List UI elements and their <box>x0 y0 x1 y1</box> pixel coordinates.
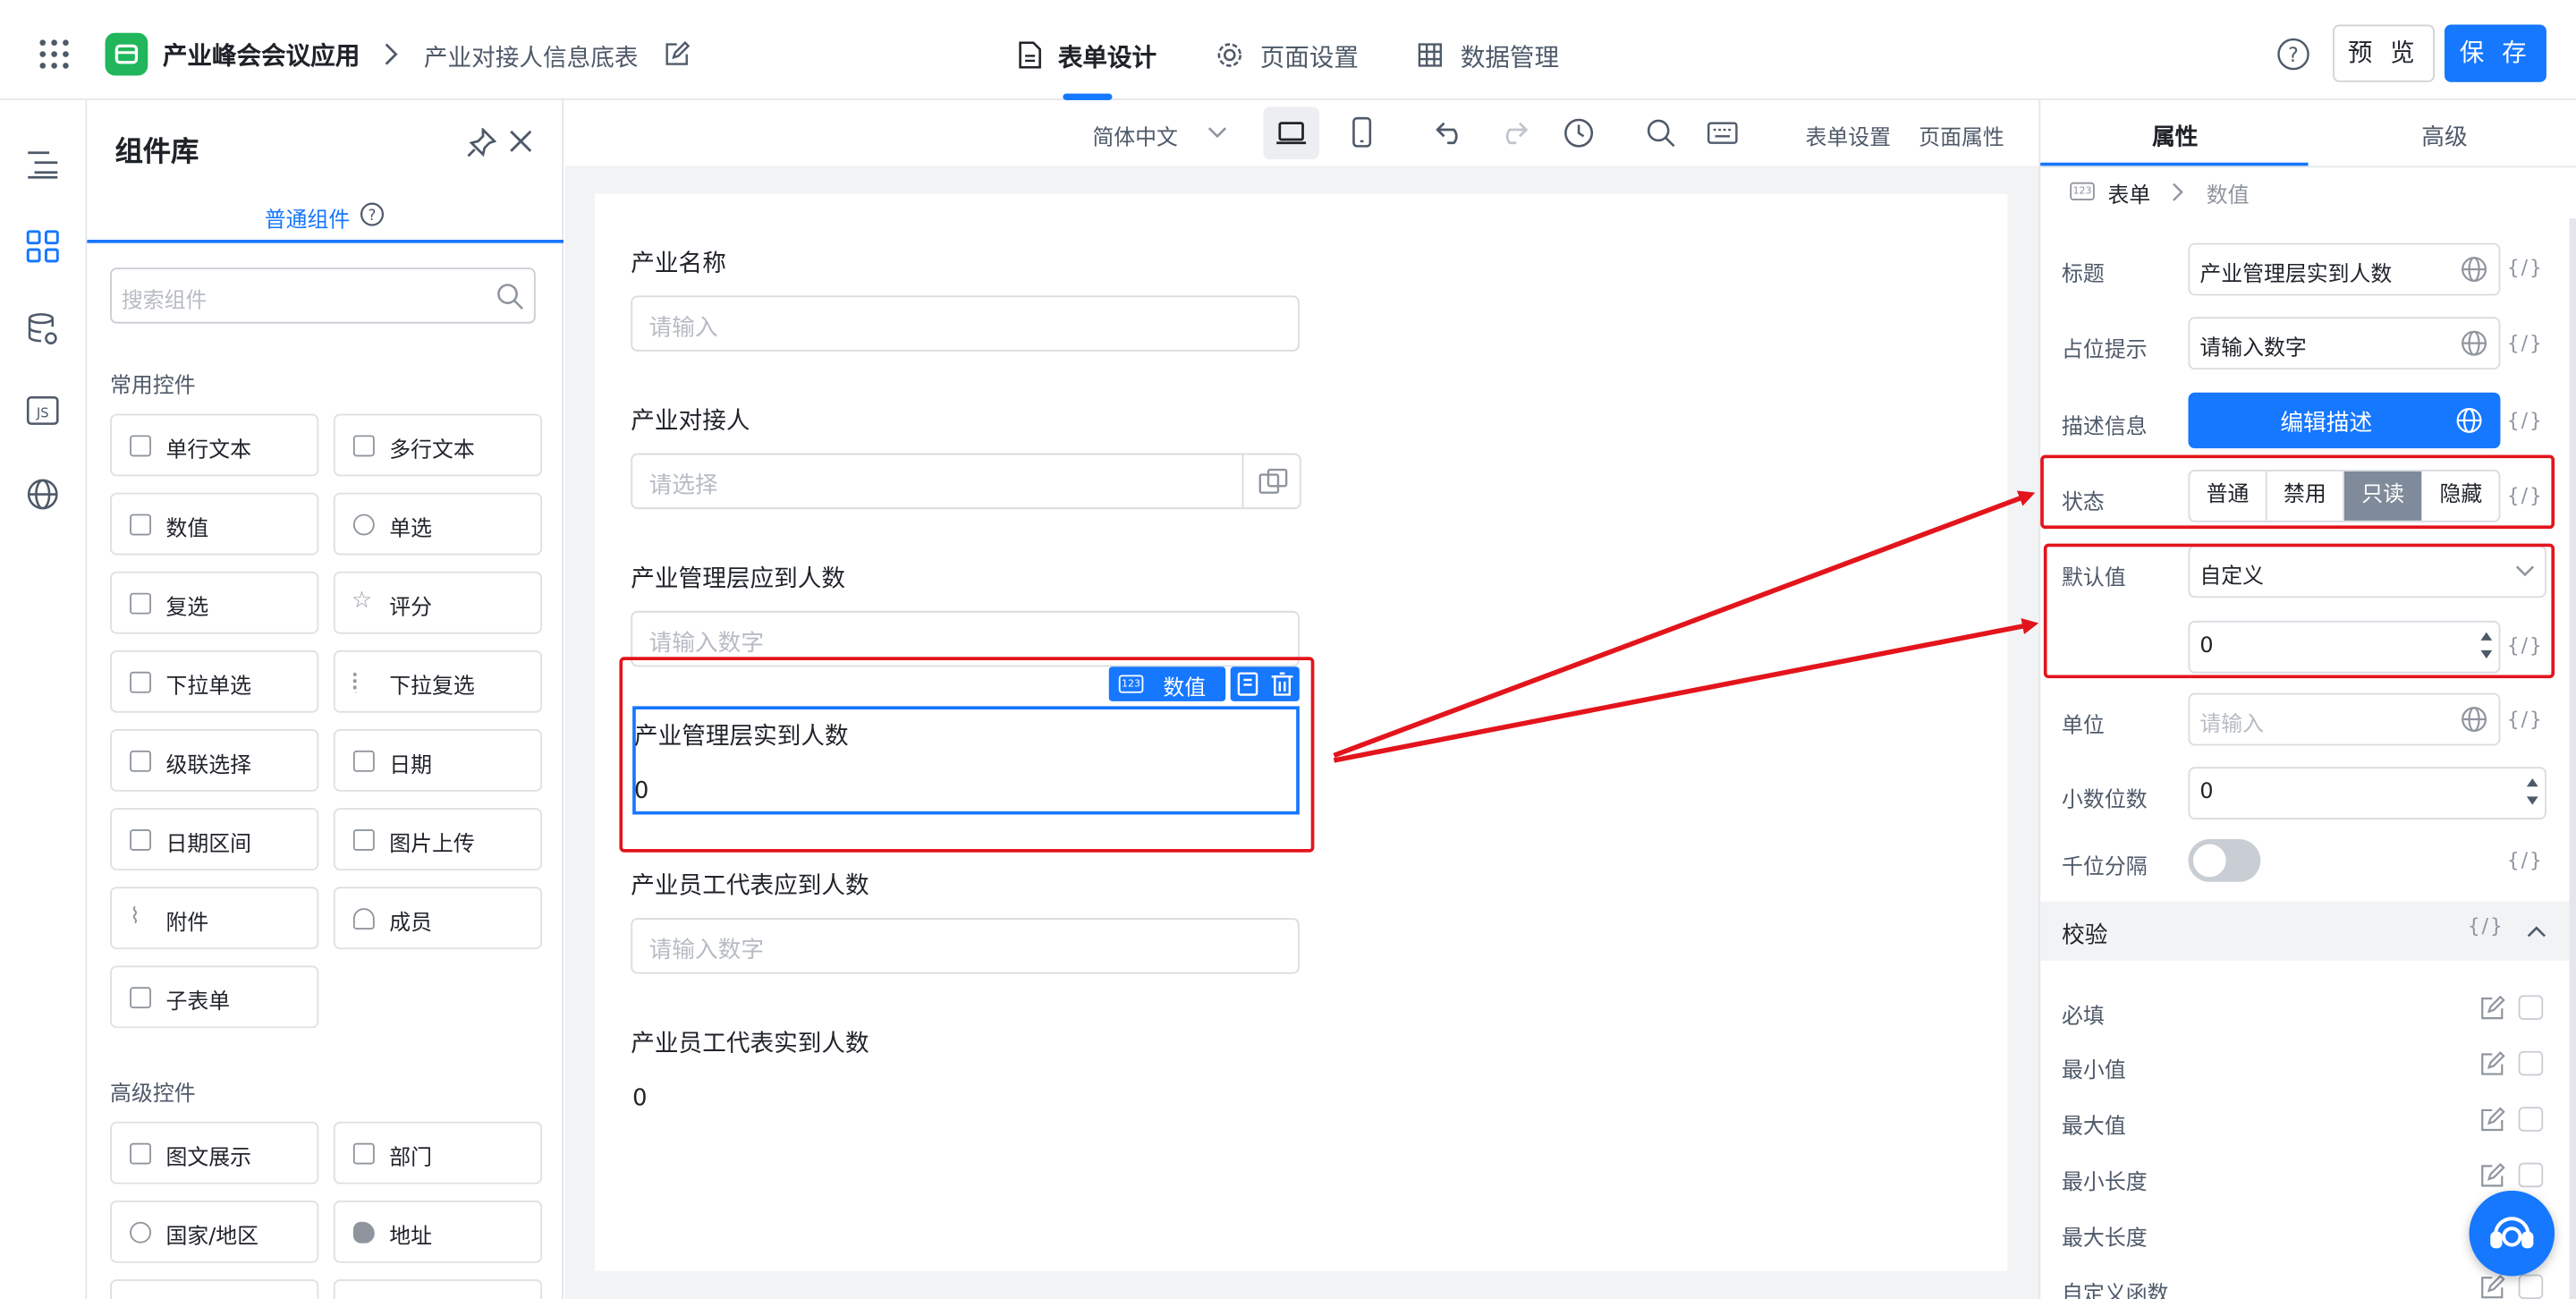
annotation-arrows <box>1333 490 2039 763</box>
